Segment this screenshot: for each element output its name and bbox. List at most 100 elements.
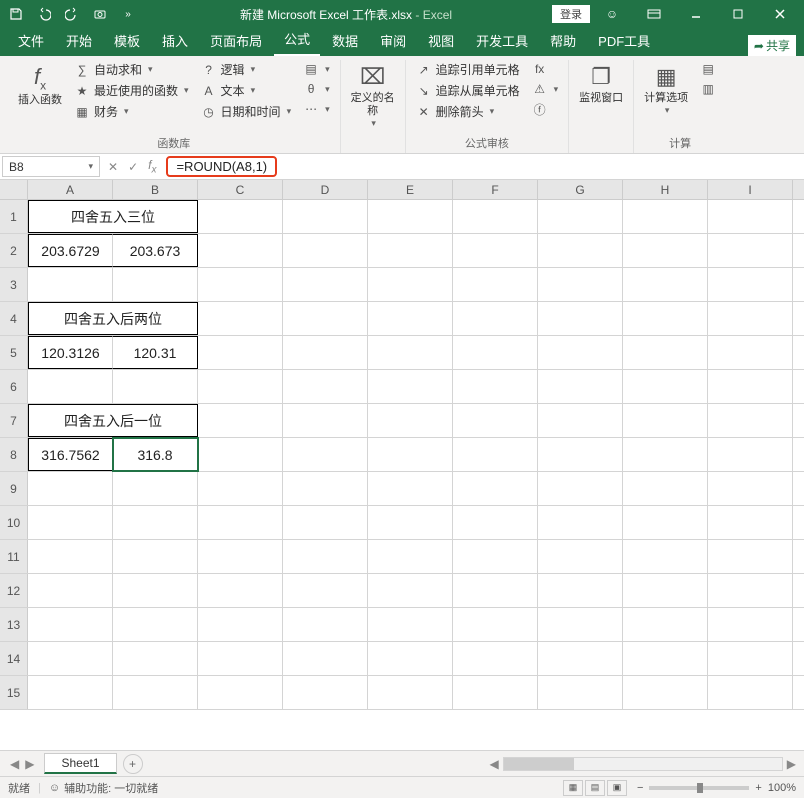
- cell[interactable]: [538, 200, 623, 233]
- cell[interactable]: [708, 234, 793, 267]
- cell[interactable]: [453, 540, 538, 573]
- cell[interactable]: [283, 506, 368, 539]
- recent-functions-button[interactable]: ★最近使用的函数▾: [72, 81, 191, 100]
- cell[interactable]: [538, 676, 623, 709]
- col-header-b[interactable]: B: [113, 180, 198, 199]
- cell[interactable]: [28, 642, 113, 675]
- cell[interactable]: [623, 642, 708, 675]
- select-all-corner[interactable]: [0, 180, 28, 199]
- page-break-view-button[interactable]: ▣: [607, 780, 627, 796]
- horizontal-scrollbar[interactable]: [503, 757, 783, 771]
- close-button[interactable]: [760, 0, 800, 28]
- cell[interactable]: [623, 200, 708, 233]
- minimize-button[interactable]: [676, 0, 716, 28]
- cell[interactable]: [198, 302, 283, 335]
- cell[interactable]: [538, 574, 623, 607]
- tab-templates[interactable]: 模板: [104, 27, 150, 56]
- cell[interactable]: [538, 540, 623, 573]
- zoom-out-button[interactable]: −: [637, 782, 643, 794]
- cell[interactable]: [708, 438, 793, 471]
- cell[interactable]: [708, 336, 793, 369]
- selected-cell[interactable]: 316.8: [113, 438, 198, 471]
- cell[interactable]: [453, 370, 538, 403]
- error-check-button[interactable]: ⚠▾: [530, 80, 561, 98]
- row-header[interactable]: 7: [0, 404, 28, 437]
- col-header-e[interactable]: E: [368, 180, 453, 199]
- cell[interactable]: [453, 472, 538, 505]
- row-header[interactable]: 2: [0, 234, 28, 267]
- col-header-f[interactable]: F: [453, 180, 538, 199]
- cell[interactable]: [198, 234, 283, 267]
- trace-dependents-button[interactable]: ↘追踪从属单元格: [414, 81, 522, 100]
- tab-layout[interactable]: 页面布局: [200, 27, 272, 56]
- cell[interactable]: [623, 540, 708, 573]
- cell[interactable]: [623, 336, 708, 369]
- cell[interactable]: [28, 268, 113, 301]
- save-icon[interactable]: [4, 2, 28, 26]
- ribbon-options-icon[interactable]: [634, 0, 674, 28]
- cell[interactable]: [28, 574, 113, 607]
- cell[interactable]: [283, 438, 368, 471]
- cell[interactable]: [453, 234, 538, 267]
- zoom-in-button[interactable]: +: [755, 782, 761, 794]
- share-button[interactable]: ➦ 共享: [748, 35, 796, 56]
- cell[interactable]: [538, 608, 623, 641]
- logical-button[interactable]: ?逻辑▾: [199, 60, 294, 79]
- qat-more-icon[interactable]: »: [116, 2, 140, 26]
- face-icon[interactable]: ☺: [592, 0, 632, 28]
- calc-options-button[interactable]: ▦ 计算选项▾: [642, 60, 690, 120]
- cell[interactable]: [708, 302, 793, 335]
- cell[interactable]: [538, 506, 623, 539]
- cell[interactable]: 203.673: [113, 234, 198, 267]
- cell[interactable]: [708, 540, 793, 573]
- cell[interactable]: [368, 370, 453, 403]
- row-header[interactable]: 5: [0, 336, 28, 369]
- row-header[interactable]: 4: [0, 302, 28, 335]
- evaluate-button[interactable]: ⓕ: [530, 100, 561, 118]
- calc-now-button[interactable]: ▤: [698, 60, 718, 78]
- cell[interactable]: [538, 370, 623, 403]
- cell[interactable]: [453, 608, 538, 641]
- col-header-a[interactable]: A: [28, 180, 113, 199]
- col-header-c[interactable]: C: [198, 180, 283, 199]
- cell[interactable]: [283, 200, 368, 233]
- sheet-tab-active[interactable]: Sheet1: [44, 753, 116, 774]
- show-formulas-button[interactable]: fx: [530, 60, 561, 78]
- row-header[interactable]: 15: [0, 676, 28, 709]
- tab-pdf[interactable]: PDF工具: [588, 27, 660, 56]
- cell[interactable]: [283, 608, 368, 641]
- sheet-next-icon[interactable]: ▶: [25, 757, 34, 771]
- remove-arrows-button[interactable]: ✕删除箭头▾: [414, 102, 522, 121]
- cell[interactable]: 203.6729: [28, 234, 113, 267]
- cell[interactable]: [198, 540, 283, 573]
- cell[interactable]: [368, 608, 453, 641]
- cell[interactable]: [198, 370, 283, 403]
- cell[interactable]: [283, 676, 368, 709]
- cell[interactable]: [623, 608, 708, 641]
- cell[interactable]: [453, 268, 538, 301]
- row-header[interactable]: 8: [0, 438, 28, 471]
- row-header[interactable]: 11: [0, 540, 28, 573]
- row-header[interactable]: 14: [0, 642, 28, 675]
- cell[interactable]: 316.7562: [28, 438, 113, 471]
- cell[interactable]: [198, 506, 283, 539]
- cell[interactable]: [708, 404, 793, 437]
- cell[interactable]: [283, 472, 368, 505]
- cell[interactable]: [708, 574, 793, 607]
- cell[interactable]: [368, 506, 453, 539]
- cell[interactable]: 120.3126: [28, 336, 113, 369]
- cell[interactable]: [198, 472, 283, 505]
- cell[interactable]: [28, 506, 113, 539]
- cell[interactable]: [368, 200, 453, 233]
- cell[interactable]: [368, 268, 453, 301]
- cell[interactable]: [368, 234, 453, 267]
- tab-formulas[interactable]: 公式: [274, 25, 320, 56]
- cell[interactable]: [28, 370, 113, 403]
- cell[interactable]: [623, 268, 708, 301]
- zoom-slider[interactable]: [649, 786, 749, 790]
- cell[interactable]: [198, 608, 283, 641]
- cell[interactable]: [113, 642, 198, 675]
- cell[interactable]: [623, 404, 708, 437]
- formula-input[interactable]: =ROUND(A8,1): [162, 154, 804, 179]
- tab-developer[interactable]: 开发工具: [466, 27, 538, 56]
